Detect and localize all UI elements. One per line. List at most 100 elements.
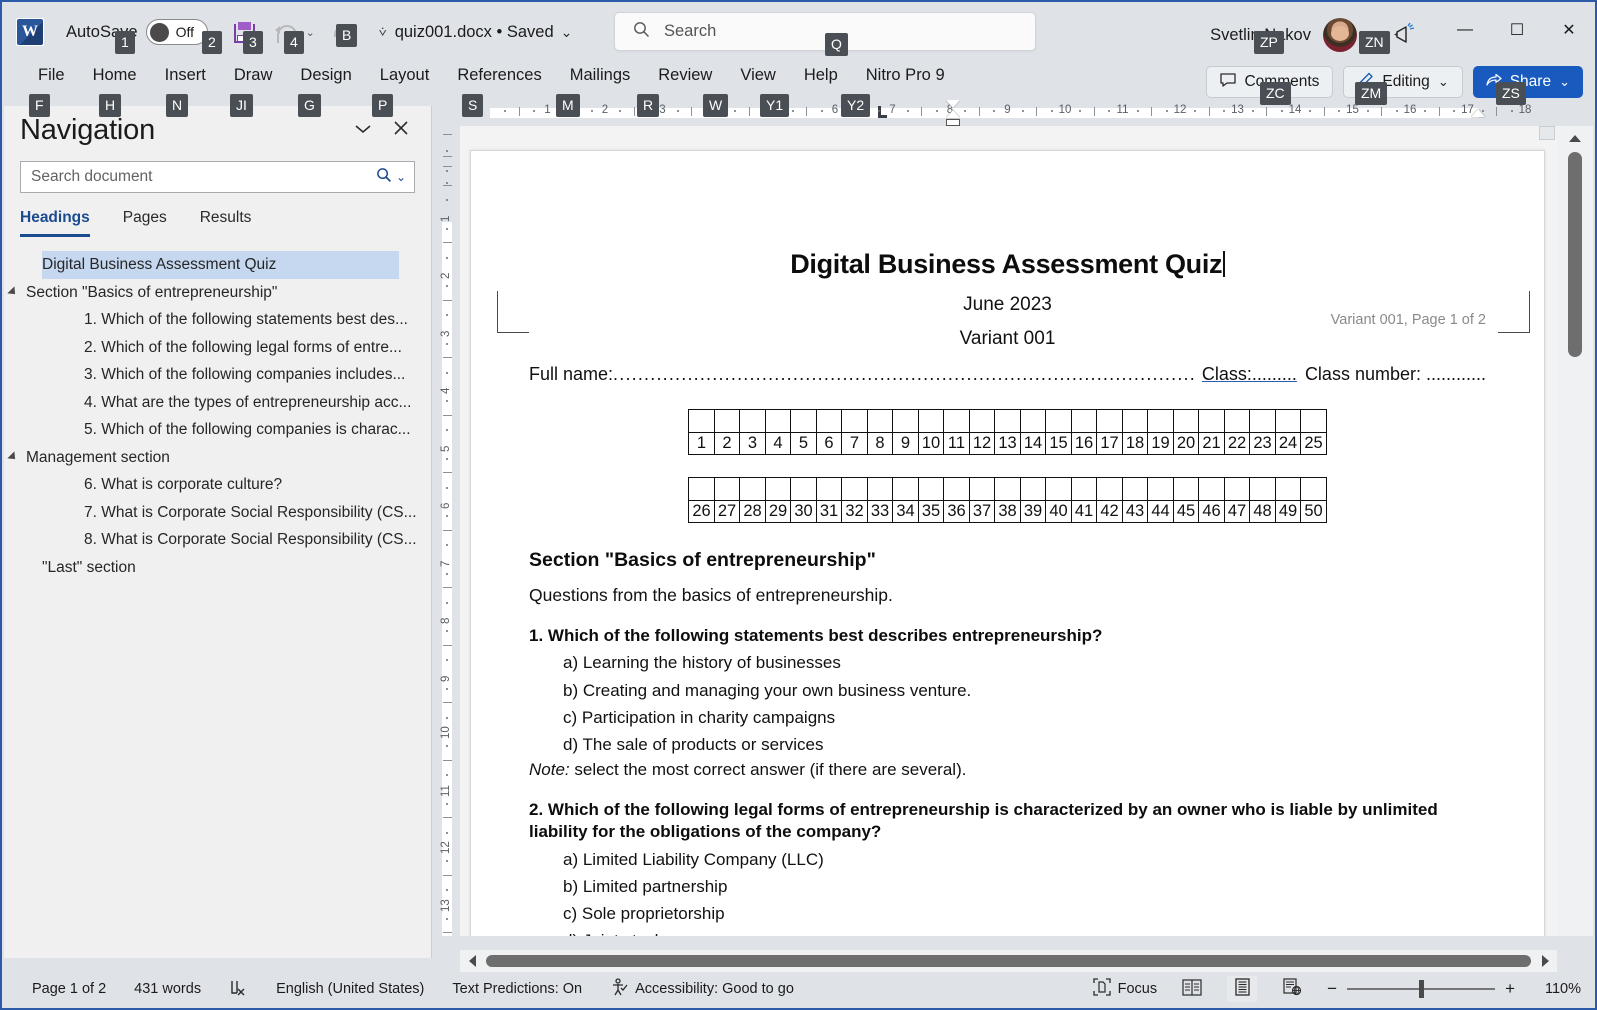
status-word-count[interactable]: 431 words bbox=[134, 981, 201, 997]
answer-cell[interactable] bbox=[688, 477, 715, 501]
horizontal-scrollbar-thumb[interactable] bbox=[486, 955, 1531, 967]
answer-cell[interactable] bbox=[943, 477, 970, 501]
answer-cell[interactable] bbox=[892, 409, 919, 433]
window-splitter-handle[interactable] bbox=[1539, 126, 1555, 140]
navigation-search-input[interactable]: Search document ⌄ bbox=[20, 161, 415, 193]
zoom-slider[interactable]: − + bbox=[1327, 979, 1515, 999]
scroll-right-button[interactable] bbox=[1533, 955, 1557, 967]
answer-cell[interactable] bbox=[892, 477, 919, 501]
status-text-predictions[interactable]: Text Predictions: On bbox=[452, 981, 582, 997]
answer-cell[interactable] bbox=[1121, 477, 1149, 501]
answer-cell[interactable] bbox=[1300, 409, 1327, 433]
tab-design[interactable]: Design bbox=[286, 62, 365, 85]
nav-heading-q4[interactable]: 4. What are the types of entrepreneurshi… bbox=[4, 389, 431, 417]
answer-cell[interactable] bbox=[1172, 477, 1200, 501]
horizontal-ruler[interactable]: 123456789101112131415161718 bbox=[434, 100, 1557, 126]
zoom-slider-track[interactable] bbox=[1347, 980, 1496, 998]
answer-cell[interactable] bbox=[1070, 409, 1098, 433]
status-accessibility[interactable]: Accessibility: Good to go bbox=[610, 977, 794, 1001]
nav-heading-q8[interactable]: 8. What is Corporate Social Responsibili… bbox=[4, 526, 431, 554]
minimize-button[interactable]: — bbox=[1439, 8, 1491, 52]
answer-cell[interactable] bbox=[1249, 477, 1276, 501]
tab-file[interactable]: File bbox=[24, 62, 79, 85]
editing-chevron-down-icon[interactable]: ⌄ bbox=[1438, 74, 1449, 90]
first-line-indent-marker[interactable] bbox=[946, 100, 960, 126]
tab-layout[interactable]: Layout bbox=[366, 62, 444, 85]
answer-cell[interactable] bbox=[688, 409, 715, 433]
navigation-pane-close-icon[interactable] bbox=[393, 120, 409, 141]
answer-cell[interactable] bbox=[1147, 409, 1174, 433]
answer-cell[interactable] bbox=[1249, 409, 1276, 433]
nav-heading-management-section[interactable]: Management section bbox=[4, 444, 431, 472]
share-button[interactable]: Share ⌄ bbox=[1472, 66, 1583, 98]
scroll-up-button[interactable] bbox=[1557, 126, 1593, 150]
nav-heading-q5[interactable]: 5. Which of the following companies is c… bbox=[4, 416, 431, 444]
avatar[interactable] bbox=[1323, 18, 1357, 52]
status-page-number[interactable]: Page 1 of 2 bbox=[32, 981, 106, 997]
file-name-chevron-down-icon[interactable]: ⌄ bbox=[561, 24, 573, 41]
answer-cell[interactable] bbox=[994, 477, 1021, 501]
answer-grid-2-blank-row[interactable] bbox=[688, 477, 1327, 501]
file-name-area[interactable]: quiz001.docx • Saved ⌄ bbox=[395, 23, 573, 42]
nav-heading-section-basics[interactable]: Section "Basics of entrepreneurship" bbox=[4, 279, 431, 307]
undo-dropdown-chevron-down-icon[interactable]: ⌄ bbox=[306, 26, 315, 39]
answer-cell[interactable] bbox=[1147, 477, 1174, 501]
answer-cell[interactable] bbox=[815, 409, 843, 433]
nav-heading-q7[interactable]: 7. What is Corporate Social Responsibili… bbox=[4, 499, 431, 527]
status-language[interactable]: English (United States) bbox=[276, 981, 424, 997]
answer-cell[interactable] bbox=[1070, 477, 1098, 501]
answer-cell[interactable] bbox=[968, 409, 996, 433]
nav-heading-last-section[interactable]: "Last" section bbox=[4, 554, 431, 582]
scroll-left-button[interactable] bbox=[460, 955, 484, 967]
answer-cell[interactable] bbox=[968, 477, 996, 501]
tab-mailings[interactable]: Mailings bbox=[556, 62, 645, 85]
qat-more-chevron-down-icon[interactable]: ⩒ bbox=[379, 24, 387, 40]
share-chevron-down-icon[interactable]: ⌄ bbox=[1559, 74, 1570, 90]
answer-grid-2[interactable]: 26 27 28 29 30 31 32 33 34 35 36 37 38 39 40 41 42 43 44 45… bbox=[688, 477, 1327, 523]
tab-references[interactable]: References bbox=[443, 62, 555, 85]
tab-review[interactable]: Review bbox=[644, 62, 726, 85]
tab-help[interactable]: Help bbox=[790, 62, 852, 85]
tab-insert[interactable]: Insert bbox=[151, 62, 220, 85]
focus-mode-button[interactable]: Focus bbox=[1092, 978, 1157, 1000]
nav-heading-q1[interactable]: 1. Which of the following statements bes… bbox=[4, 306, 431, 334]
answer-cell[interactable] bbox=[1223, 477, 1251, 501]
answer-cell[interactable] bbox=[943, 409, 970, 433]
answer-cell[interactable] bbox=[1198, 477, 1225, 501]
vertical-ruler[interactable]: 1 2 3 4 5 6 7 8 9 10 11 12 13 bbox=[434, 126, 460, 936]
answer-cell[interactable] bbox=[866, 477, 894, 501]
answer-cell[interactable] bbox=[841, 409, 868, 433]
nav-heading-q6[interactable]: 6. What is corporate culture? bbox=[4, 471, 431, 499]
navigation-search-options-chevron-down-icon[interactable]: ⌄ bbox=[396, 170, 406, 184]
view-read-mode-button[interactable] bbox=[1177, 976, 1207, 1002]
answer-cell[interactable] bbox=[1045, 409, 1072, 433]
nav-heading-q2[interactable]: 2. Which of the following legal forms of… bbox=[4, 334, 431, 362]
answer-cell[interactable] bbox=[866, 409, 894, 433]
nav-tab-results[interactable]: Results bbox=[200, 209, 252, 237]
answer-cell[interactable] bbox=[1300, 477, 1327, 501]
answer-cell[interactable] bbox=[764, 477, 792, 501]
nav-heading-title[interactable]: Digital Business Assessment Quiz bbox=[42, 251, 399, 279]
zoom-slider-knob[interactable] bbox=[1419, 980, 1425, 998]
answer-cell[interactable] bbox=[917, 409, 945, 433]
answer-cell[interactable] bbox=[1274, 409, 1302, 433]
answer-cell[interactable] bbox=[1045, 477, 1072, 501]
document-page[interactable]: Variant 001, Page 1 of 2 Digital Busines… bbox=[470, 150, 1545, 936]
status-proofing-button[interactable] bbox=[229, 978, 248, 1001]
nav-tab-headings[interactable]: Headings bbox=[20, 209, 90, 237]
tab-view[interactable]: View bbox=[726, 62, 789, 85]
view-web-layout-button[interactable] bbox=[1277, 976, 1307, 1002]
answer-cell[interactable] bbox=[1019, 477, 1047, 501]
navigation-search-icon[interactable] bbox=[376, 167, 392, 188]
answer-grid-1[interactable]: 1 2 3 4 5 6 7 8 9 10 11 12 13 14 15 16 17 18 19 20 21 22 23 24 2… bbox=[688, 409, 1327, 455]
zoom-out-button[interactable]: − bbox=[1327, 979, 1337, 999]
answer-cell[interactable] bbox=[1019, 409, 1047, 433]
expander-triangle-icon[interactable] bbox=[7, 451, 19, 463]
announcements-megaphone-icon[interactable] bbox=[1391, 20, 1421, 50]
answer-cell[interactable] bbox=[841, 477, 868, 501]
tab-stop-selector-icon[interactable] bbox=[878, 106, 887, 118]
answer-grid-1-blank-row[interactable] bbox=[688, 409, 1327, 433]
answer-cell[interactable] bbox=[994, 409, 1021, 433]
answer-cell[interactable] bbox=[917, 477, 945, 501]
expander-triangle-icon[interactable] bbox=[7, 286, 19, 298]
